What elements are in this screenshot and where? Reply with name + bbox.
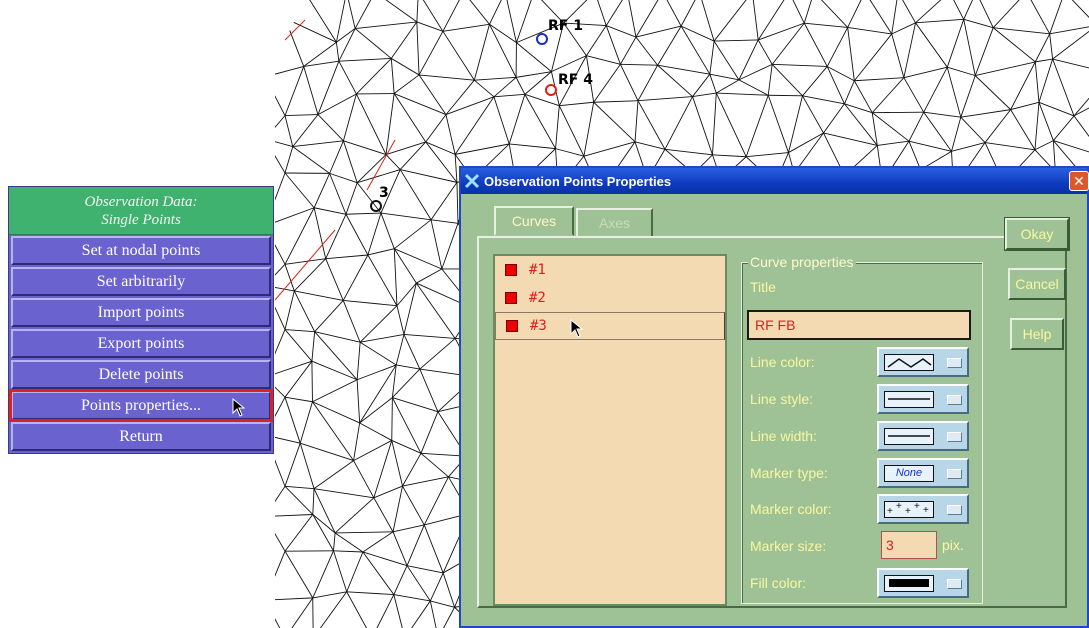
fill-color-picker[interactable]: [877, 568, 969, 598]
curve-checkbox[interactable]: [505, 292, 517, 304]
curve-list[interactable]: #1 #2 #3: [493, 254, 727, 606]
line-style-picker[interactable]: [877, 384, 969, 414]
point-label-3: 3: [379, 185, 389, 201]
points-properties-button[interactable]: Points properties...: [9, 389, 273, 422]
line-color-swatch: [884, 354, 934, 371]
curve-checkbox[interactable]: [505, 264, 517, 276]
marker-type-label: Marker type:: [750, 465, 828, 481]
menu-title-line1: Observation Data:: [84, 193, 198, 210]
line-color-label: Line color:: [750, 354, 815, 370]
menu-title-line2: Single Points: [101, 211, 181, 228]
svg-text:+: +: [887, 506, 893, 517]
close-icon: ✕: [1073, 173, 1085, 189]
help-button[interactable]: Help: [1010, 318, 1064, 350]
x-app-icon: [464, 173, 480, 189]
curve-checkbox[interactable]: [506, 320, 518, 332]
menu-header: Observation Data: Single Points: [9, 187, 273, 235]
curve-label: #1: [529, 262, 546, 278]
import-points-button[interactable]: Import points: [11, 298, 271, 327]
line-color-picker[interactable]: [877, 347, 969, 377]
return-button[interactable]: Return: [11, 422, 271, 451]
title-label: Title: [750, 279, 776, 295]
export-points-button[interactable]: Export points: [11, 329, 271, 358]
curve-properties-legend: Curve properties: [748, 254, 856, 270]
tab-axes[interactable]: Axes: [576, 208, 653, 238]
tab-curves[interactable]: Curves: [494, 206, 574, 236]
curve-item-3[interactable]: #3: [495, 312, 725, 340]
svg-text:+: +: [923, 505, 929, 516]
marker-color-label: Marker color:: [750, 501, 832, 517]
line-style-label: Line style:: [750, 391, 814, 407]
observation-points-properties-dialog: Observation Points Properties ✕ Curves A…: [459, 166, 1089, 628]
okay-button[interactable]: Okay: [1004, 217, 1070, 251]
mouse-pointer-icon: [232, 398, 246, 417]
line-style-swatch: [884, 391, 934, 408]
marker-color-picker[interactable]: + + + + +: [877, 494, 969, 524]
curve-label: #2: [529, 290, 546, 306]
close-button[interactable]: ✕: [1069, 171, 1089, 191]
curve-item-1[interactable]: #1: [495, 256, 725, 284]
svg-text:+: +: [896, 502, 902, 512]
marker-size-unit: pix.: [942, 537, 964, 553]
dropdown-knob-icon: [947, 395, 962, 405]
dialog-title: Observation Points Properties: [484, 173, 672, 189]
dropdown-knob-icon: [947, 469, 962, 479]
svg-text:+: +: [905, 506, 911, 517]
marker-size-input[interactable]: 3: [881, 531, 937, 559]
delete-points-button[interactable]: Delete points: [11, 360, 271, 389]
dropdown-knob-icon: [947, 358, 962, 368]
curve-properties-group: Curve properties Title RF FB Line color:…: [741, 254, 983, 604]
marker-type-picker[interactable]: None: [877, 458, 969, 488]
observation-menu: Observation Data: Single Points Set at n…: [8, 186, 274, 454]
mouse-pointer-icon: [570, 319, 584, 338]
points-properties-label: Points properties...: [81, 396, 201, 414]
curve-label: #3: [530, 318, 547, 334]
line-width-label: Line width:: [750, 428, 817, 444]
marker-color-swatch: + + + + +: [884, 501, 934, 518]
marker-type-swatch: None: [884, 465, 934, 482]
set-at-nodal-points-button[interactable]: Set at nodal points: [11, 236, 271, 265]
line-width-picker[interactable]: [877, 421, 969, 451]
fill-color-label: Fill color:: [750, 575, 807, 591]
cancel-button[interactable]: Cancel: [1008, 268, 1066, 300]
dropdown-knob-icon: [947, 579, 962, 589]
svg-text:+: +: [914, 502, 920, 512]
point-label-rf4: RF 4: [558, 72, 593, 88]
fill-color-swatch: [884, 575, 934, 592]
curves-panel: #1 #2 #3 Curve properties Title RF FB Li…: [477, 236, 1067, 608]
set-arbitrarily-button[interactable]: Set arbitrarily: [11, 267, 271, 296]
title-input[interactable]: RF FB: [747, 310, 971, 340]
curve-item-2[interactable]: #2: [495, 284, 725, 312]
line-width-swatch: [884, 428, 934, 445]
point-label-rf1: RF 1: [548, 18, 583, 34]
dialog-titlebar[interactable]: Observation Points Properties: [461, 168, 1087, 194]
dropdown-knob-icon: [947, 432, 962, 442]
marker-size-label: Marker size:: [750, 538, 827, 554]
dropdown-knob-icon: [947, 505, 962, 515]
